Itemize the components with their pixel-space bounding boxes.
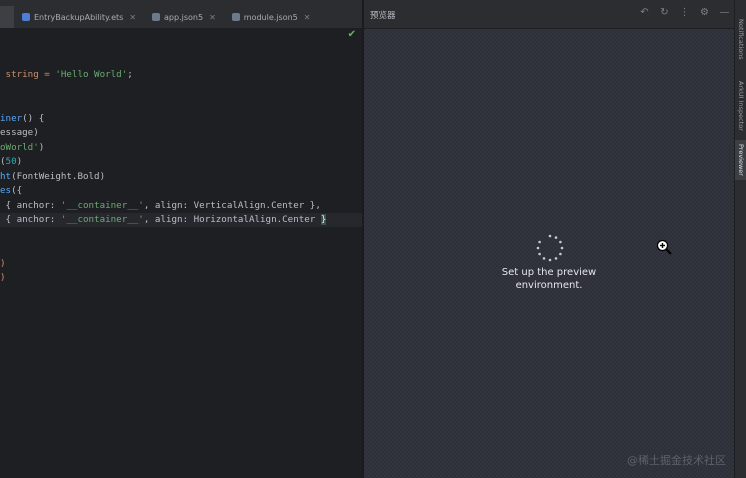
previewer-canvas: Set up the preview environment. @稀土掘金技术社… bbox=[364, 29, 734, 478]
code-token: es bbox=[0, 185, 12, 196]
code-line: string = 'Hello World'; bbox=[0, 68, 362, 82]
tab-label: app.json5 bbox=[164, 12, 204, 22]
preview-status-line2: environment. bbox=[515, 280, 583, 291]
code-token: essage) bbox=[0, 127, 39, 138]
watermark: @稀土掘金技术社区 bbox=[627, 454, 726, 467]
code-line: oWorld') bbox=[0, 141, 362, 155]
code-token: 50 bbox=[5, 156, 17, 167]
code-token: ) bbox=[0, 272, 6, 283]
tool-window-previewer[interactable]: Previewer bbox=[735, 140, 746, 180]
code-line: essage) bbox=[0, 126, 362, 140]
loading-spinner-icon bbox=[536, 234, 564, 262]
right-tool-strip: Notifications ArkUI Inspector Previewer bbox=[734, 0, 746, 478]
code-token: '__container__' bbox=[60, 200, 144, 211]
tab-entry-backup-ability[interactable]: EntryBackupAbility.ets ✕ bbox=[14, 6, 144, 28]
code-token: (FontWeight.Bold) bbox=[11, 171, 106, 182]
refresh-icon[interactable]: ↻ bbox=[659, 7, 670, 18]
close-icon[interactable]: ✕ bbox=[129, 13, 136, 22]
code-token: () { bbox=[22, 113, 45, 124]
code-line: iner() { bbox=[0, 112, 362, 126]
tab-module-json5[interactable]: module.json5 ✕ bbox=[224, 6, 319, 28]
ets-file-icon bbox=[22, 13, 30, 21]
code-line: es({ bbox=[0, 184, 362, 198]
tool-window-arkui-inspector[interactable]: ArkUI Inspector bbox=[735, 78, 746, 134]
code-token: ) bbox=[16, 156, 23, 167]
close-icon[interactable]: ✕ bbox=[209, 13, 216, 22]
code-line: (50) bbox=[0, 155, 362, 169]
code-token: iner bbox=[0, 113, 23, 124]
code-token: '__container__' bbox=[60, 214, 144, 225]
tab-current-file[interactable] bbox=[0, 6, 14, 28]
tab-label: EntryBackupAbility.ets bbox=[34, 12, 124, 22]
code-line-current: { anchor: '__container__', align: Horizo… bbox=[0, 213, 362, 227]
tab-app-json5[interactable]: app.json5 ✕ bbox=[144, 6, 224, 28]
code-token: 'Hello World' bbox=[55, 69, 128, 80]
code-token: ) bbox=[38, 142, 45, 153]
code-editor[interactable]: ✔ string = 'Hello World'; iner() { essag… bbox=[0, 29, 362, 478]
preview-status-message: Set up the preview environment. bbox=[474, 266, 624, 292]
code-token: oWorld' bbox=[0, 142, 39, 153]
code-line: ) bbox=[0, 271, 362, 285]
code-token: { anchor: bbox=[0, 200, 61, 211]
code-token: ({ bbox=[11, 185, 23, 196]
settings-icon[interactable]: ⚙ bbox=[699, 7, 710, 18]
code-line: { anchor: '__container__', align: Vertic… bbox=[0, 199, 362, 213]
preview-status-line1: Set up the preview bbox=[501, 267, 597, 278]
check-icon: ✔ bbox=[347, 29, 356, 40]
tool-window-notifications[interactable]: Notifications bbox=[735, 10, 746, 68]
more-icon[interactable]: ⋮ bbox=[679, 7, 690, 18]
json-file-icon bbox=[231, 13, 240, 21]
code-token: , align: HorizontalAlign.Center bbox=[143, 214, 321, 225]
code-token: ; bbox=[127, 69, 133, 80]
close-icon[interactable]: ✕ bbox=[304, 13, 311, 22]
code-token: , align: VerticalAlign.Center }, bbox=[143, 200, 321, 211]
code-token: string = bbox=[0, 69, 56, 80]
code-line: ht(FontWeight.Bold) bbox=[0, 170, 362, 184]
back-icon[interactable]: ↶ bbox=[639, 7, 650, 18]
code-line: ) bbox=[0, 257, 362, 271]
tab-label: module.json5 bbox=[243, 12, 298, 22]
zoom-in-cursor-icon bbox=[656, 239, 672, 255]
code-token: { anchor: bbox=[0, 214, 61, 225]
code-token: ) bbox=[0, 258, 6, 269]
minimize-icon[interactable]: — bbox=[719, 7, 730, 18]
previewer-header: 预览器 ↶ ↻ ⋮ ⚙ — bbox=[364, 0, 734, 29]
editor-tab-bar: EntryBackupAbility.ets ✕ app.json5 ✕ mod… bbox=[0, 0, 362, 29]
code-token: ht bbox=[0, 171, 12, 182]
json-file-icon bbox=[152, 13, 161, 21]
previewer-title: 预览器 bbox=[370, 11, 396, 21]
code-token: } bbox=[320, 214, 327, 225]
